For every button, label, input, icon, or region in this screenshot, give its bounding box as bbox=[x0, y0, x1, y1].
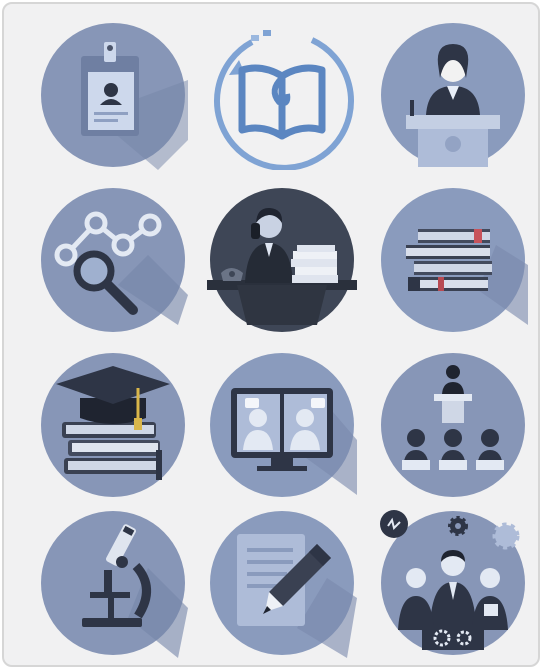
stack-of-books-icon bbox=[378, 185, 528, 335]
lecture-audience-icon bbox=[378, 350, 528, 500]
speaker-at-podium-icon bbox=[378, 20, 528, 170]
graduation-cap-books-icon bbox=[38, 350, 188, 500]
document-edit-icon bbox=[207, 508, 357, 658]
id-badge-icon bbox=[38, 20, 188, 170]
analytics-magnifier-icon bbox=[38, 185, 188, 335]
microscope-icon bbox=[38, 508, 188, 658]
open-book-refresh-icon bbox=[207, 20, 357, 170]
video-conference-icon bbox=[207, 350, 357, 500]
icon-grid-panel bbox=[2, 2, 540, 667]
business-team-icon bbox=[378, 508, 528, 658]
busy-office-worker-icon bbox=[207, 185, 357, 335]
